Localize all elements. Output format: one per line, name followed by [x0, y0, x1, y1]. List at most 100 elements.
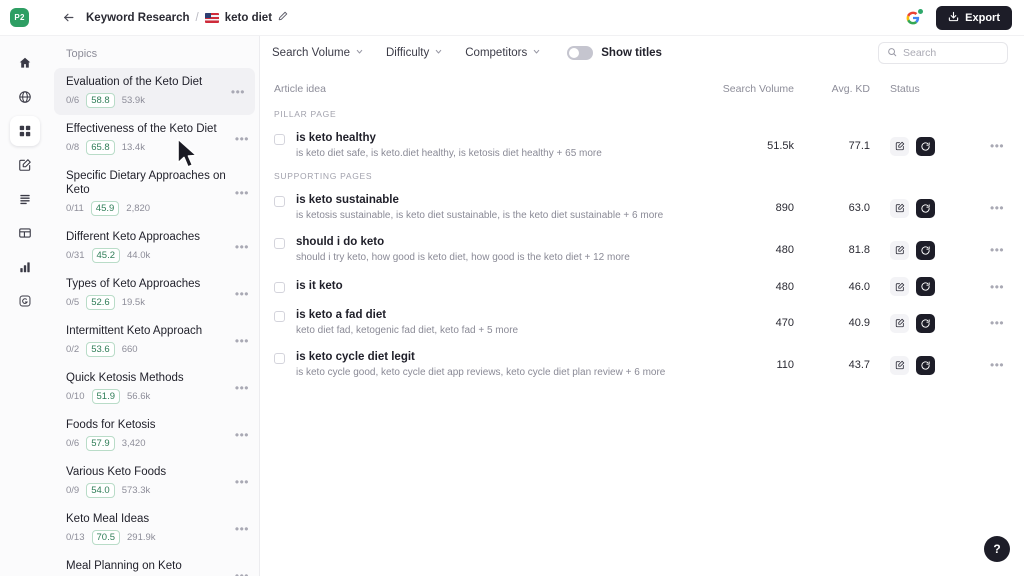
row-checkbox[interactable] — [274, 353, 285, 364]
topic-item[interactable]: Effectiveness of the Keto Diet 0/8 65.8 13.… — [50, 115, 259, 162]
topic-menu-icon[interactable]: ••• — [235, 381, 249, 395]
nav-list-icon[interactable] — [10, 184, 40, 214]
topic-item[interactable]: Foods for Ketosis 0/6 57.9 3,420 ••• — [50, 411, 259, 458]
topic-menu-icon[interactable]: ••• — [235, 428, 249, 442]
search-input[interactable] — [903, 46, 999, 59]
filter-search-volume[interactable]: Search Volume — [272, 47, 376, 59]
topic-item[interactable]: Different Keto Approaches 0/31 45.2 44.0k ••… — [50, 223, 259, 270]
row-checkbox[interactable] — [274, 196, 285, 207]
topics-list[interactable]: Evaluation of the Keto Diet 0/6 58.8 53.9k •… — [50, 68, 259, 576]
topic-item[interactable]: Types of Keto Approaches 0/5 52.6 19.5k ••• — [50, 270, 259, 317]
app-logo[interactable]: P2 — [10, 8, 29, 27]
row-checkbox[interactable] — [274, 238, 285, 249]
header-search-volume: Search Volume — [722, 83, 794, 95]
table-row[interactable]: is keto a fad diet keto diet fad, ketogen… — [268, 302, 1008, 344]
nav-edit-square-icon[interactable] — [10, 150, 40, 180]
filter-competitors[interactable]: Competitors — [465, 47, 553, 59]
topic-kd-badge: 65.8 — [86, 140, 115, 155]
row-avg-kd: 46.0 — [848, 280, 870, 293]
row-edit-button[interactable] — [890, 240, 909, 260]
row-menu-icon[interactable]: ••• — [990, 201, 1004, 215]
topic-kd-badge: 54.0 — [86, 483, 115, 498]
nav-g-square-icon[interactable] — [10, 286, 40, 316]
topic-menu-icon[interactable]: ••• — [235, 132, 249, 146]
nav-grid-icon[interactable] — [10, 116, 40, 146]
table-row[interactable]: is keto sustainable is ketosis sustainabl… — [268, 187, 1008, 229]
topic-menu-icon[interactable]: ••• — [231, 85, 245, 99]
topic-count: 0/10 — [66, 391, 85, 402]
nav-bar-chart-icon[interactable] — [10, 252, 40, 282]
show-titles-toggle[interactable]: Show titles — [567, 45, 662, 60]
help-button[interactable]: ? — [984, 536, 1010, 562]
row-generate-button[interactable] — [916, 198, 935, 218]
search-box[interactable] — [878, 41, 1008, 64]
row-edit-button[interactable] — [890, 277, 909, 296]
pencil-icon[interactable] — [278, 11, 288, 24]
toggle-track — [567, 45, 594, 60]
topic-meta: 0/5 52.6 19.5k — [66, 295, 229, 310]
row-generate-button[interactable] — [916, 240, 935, 260]
table-body: PILLAR PAGE is keto healthy is keto diet s… — [268, 105, 1008, 386]
row-edit-button[interactable] — [890, 198, 909, 218]
row-avg-kd: 43.7 — [848, 359, 870, 371]
table-row[interactable]: is keto cycle diet legit is keto cycle go… — [268, 344, 1008, 386]
row-text: is keto cycle diet legit is keto cycle go… — [296, 350, 665, 380]
nav-globe-icon[interactable] — [10, 82, 40, 112]
topic-name: Effectiveness of the Keto Diet — [66, 123, 217, 135]
row-title: is keto healthy — [296, 132, 376, 144]
row-edit-button[interactable] — [890, 136, 909, 156]
table-row[interactable]: is it keto 480 46.0 ••• — [268, 271, 1008, 302]
topic-menu-icon[interactable]: ••• — [235, 240, 249, 254]
row-menu-icon[interactable]: ••• — [990, 243, 1004, 257]
breadcrumb-separator: / — [195, 11, 199, 24]
topic-menu-icon[interactable]: ••• — [235, 569, 249, 576]
topic-menu-icon[interactable]: ••• — [235, 522, 249, 536]
nav-table-icon[interactable] — [10, 218, 40, 248]
chevron-down-icon — [434, 47, 443, 58]
topic-item[interactable]: Keto Meal Ideas 0/13 70.5 291.9k ••• — [50, 505, 259, 552]
topic-item[interactable]: Quick Ketosis Methods 0/10 51.9 56.6k ••• — [50, 364, 259, 411]
row-edit-button[interactable] — [890, 355, 909, 375]
row-generate-button[interactable] — [916, 136, 935, 156]
row-generate-button[interactable] — [916, 277, 935, 296]
row-checkbox[interactable] — [274, 282, 285, 293]
topic-item[interactable]: Specific Dietary Approaches on Keto 0/11 4… — [50, 162, 259, 223]
topic-kd-badge: 53.6 — [86, 342, 115, 357]
topic-item[interactable]: Meal Planning on Keto0/2840.264.1k••• — [50, 552, 259, 576]
filter-difficulty[interactable]: Difficulty — [386, 47, 455, 59]
export-button[interactable]: Export — [936, 5, 1012, 30]
google-g-icon[interactable] — [904, 8, 924, 27]
row-checkbox[interactable] — [274, 134, 285, 145]
topic-menu-icon[interactable]: ••• — [235, 287, 249, 301]
breadcrumb-current[interactable]: keto diet — [225, 12, 272, 24]
row-menu-icon[interactable]: ••• — [990, 316, 1004, 330]
topic-menu-icon[interactable]: ••• — [235, 334, 249, 348]
topic-item[interactable]: Evaluation of the Keto Diet 0/6 58.8 53.9k •… — [54, 68, 255, 115]
row-edit-button[interactable] — [890, 313, 909, 333]
topic-menu-icon[interactable]: ••• — [235, 475, 249, 489]
topic-meta: 0/11 45.9 2,820 — [66, 201, 229, 216]
topic-item[interactable]: Intermittent Keto Approach 0/2 53.6 660 ••• — [50, 317, 259, 364]
nav-home-icon[interactable] — [10, 48, 40, 78]
row-menu-icon[interactable]: ••• — [990, 358, 1004, 372]
row-menu-icon[interactable]: ••• — [990, 280, 1004, 294]
topic-name: Various Keto Foods — [66, 466, 167, 478]
topic-name: Foods for Ketosis — [66, 419, 156, 431]
topic-menu-icon[interactable]: ••• — [235, 186, 249, 200]
nav-rail — [0, 36, 50, 576]
row-menu-icon[interactable]: ••• — [990, 139, 1004, 153]
chevron-down-icon — [532, 47, 541, 58]
topic-kd-badge: 52.6 — [86, 295, 115, 310]
topic-item[interactable]: Various Keto Foods 0/9 54.0 573.3k ••• — [50, 458, 259, 505]
row-generate-button[interactable] — [916, 355, 935, 375]
table-row[interactable]: should i do keto should i try keto, how g… — [268, 229, 1008, 271]
row-generate-button[interactable] — [916, 313, 935, 333]
table-row[interactable]: is keto healthy is keto diet safe, is ket… — [268, 125, 1008, 167]
row-title: should i do keto — [296, 236, 385, 248]
breadcrumb-root[interactable]: Keyword Research — [86, 12, 190, 24]
row-checkbox[interactable] — [274, 311, 285, 322]
row-avg-kd: 77.1 — [848, 140, 870, 152]
topic-kd-badge: 57.9 — [86, 436, 115, 451]
show-titles-label: Show titles — [601, 46, 662, 59]
back-arrow-icon[interactable] — [56, 6, 80, 30]
